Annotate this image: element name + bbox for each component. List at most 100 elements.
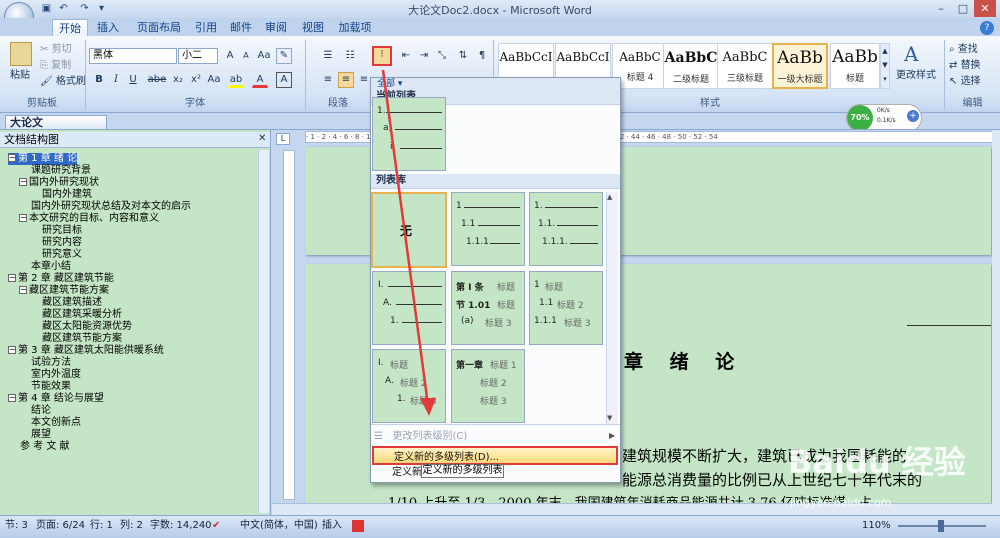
- collapse-toggle-icon[interactable]: −: [8, 154, 16, 162]
- document-map-item[interactable]: 本章小结: [8, 261, 71, 273]
- multilevel-list-button[interactable]: ⁝: [372, 46, 392, 66]
- strikethrough-button[interactable]: abe: [146, 72, 168, 88]
- filter-all[interactable]: 全部 ▾: [371, 78, 620, 90]
- grow-font-button[interactable]: A: [222, 48, 238, 64]
- document-map-item[interactable]: − 第 2 章 藏区建筑节能: [8, 273, 114, 285]
- tab-stop-selector[interactable]: L: [276, 133, 290, 145]
- document-map-item[interactable]: − 第 1 章 绪 论: [8, 153, 78, 165]
- select-button[interactable]: ↖ 选择: [949, 74, 981, 90]
- zoom-slider-thumb[interactable]: [938, 520, 944, 532]
- sort-icon[interactable]: ⇅: [455, 48, 471, 64]
- minimize-button[interactable]: –: [930, 0, 952, 17]
- numbering-icon[interactable]: ☷: [342, 48, 358, 64]
- document-map-item[interactable]: 结论: [8, 405, 51, 417]
- macro-record-icon[interactable]: [352, 520, 364, 532]
- italic-button[interactable]: I: [108, 72, 124, 88]
- paste-button[interactable]: 粘贴: [10, 68, 30, 84]
- increase-indent-icon[interactable]: ⇥: [416, 48, 432, 64]
- document-map-item[interactable]: 藏区建筑描述: [8, 297, 102, 309]
- tab-addins[interactable]: 加载项: [333, 19, 377, 36]
- document-map-item[interactable]: − 第 3 章 藏区建筑太阳能供暖系统: [8, 345, 164, 357]
- document-map-item[interactable]: 室内外温度: [8, 369, 81, 381]
- superscript-button[interactable]: x²: [188, 72, 204, 88]
- vertical-scrollbar[interactable]: [992, 130, 1000, 515]
- scroll-down-icon[interactable]: ▼: [607, 414, 612, 422]
- tab-review[interactable]: 审阅: [259, 19, 293, 36]
- character-border-button[interactable]: A: [276, 72, 292, 88]
- close-pane-icon[interactable]: ✕: [258, 133, 266, 144]
- status-row[interactable]: 行: 1: [90, 519, 113, 533]
- font-color-button[interactable]: A: [252, 72, 268, 88]
- change-case-button[interactable]: Aa: [256, 48, 272, 64]
- font-name-box[interactable]: 黑体: [89, 48, 177, 64]
- shrink-font-button[interactable]: A: [238, 48, 254, 64]
- collapse-toggle-icon[interactable]: −: [8, 274, 16, 282]
- status-insert-mode[interactable]: 插入: [322, 519, 342, 533]
- scroll-up-icon[interactable]: ▲: [607, 193, 612, 201]
- document-map-item[interactable]: 研究内容: [8, 237, 82, 249]
- style-gallery-scroll[interactable]: ▲ ▼ ▾: [880, 43, 890, 89]
- close-button[interactable]: ✕: [974, 0, 996, 17]
- bold-button[interactable]: B: [91, 72, 107, 88]
- document-map-item[interactable]: 节能效果: [8, 381, 71, 393]
- document-map-item[interactable]: 参 考 文 献: [8, 441, 70, 453]
- proofing-icon[interactable]: ✔: [212, 519, 220, 533]
- bullets-icon[interactable]: ☰: [320, 48, 336, 64]
- text-effects-button[interactable]: Aa: [206, 72, 222, 88]
- paste-icon[interactable]: [10, 42, 32, 66]
- list-thumb-numeric[interactable]: [451, 192, 525, 266]
- status-zoom[interactable]: 110%: [862, 519, 891, 533]
- document-map-item[interactable]: − 本文研究的目标、内容和意义: [8, 213, 159, 225]
- style-gallery-item[interactable]: AaBbC 二级标题: [663, 43, 719, 89]
- status-column[interactable]: 列: 2: [120, 519, 143, 533]
- document-tab[interactable]: 大论文Doc2.docx *: [5, 115, 107, 143]
- document-map-item[interactable]: 国内外研究现状总结及对本文的启示: [8, 201, 191, 213]
- status-word-count[interactable]: 字数: 14,240: [150, 519, 212, 533]
- document-map-item[interactable]: 国内外建筑: [8, 189, 92, 201]
- document-map-item[interactable]: 藏区建筑采暖分析: [8, 309, 122, 321]
- tab-references[interactable]: 引用: [189, 19, 223, 36]
- help-icon[interactable]: ?: [980, 21, 994, 35]
- document-map-item[interactable]: 展望: [8, 429, 51, 441]
- change-list-level-item[interactable]: ☰ 更改列表级别(C): [374, 427, 467, 446]
- document-map-item[interactable]: − 藏区建筑节能方案: [8, 285, 109, 297]
- align-left-icon[interactable]: ≡: [320, 72, 336, 88]
- copy-button[interactable]: ⎘ 复制: [40, 58, 71, 74]
- underline-button[interactable]: U: [125, 72, 141, 88]
- collapse-toggle-icon[interactable]: −: [19, 178, 27, 186]
- document-map-item[interactable]: 藏区太阳能资源优势: [8, 321, 132, 333]
- plus-icon[interactable]: +: [907, 110, 919, 122]
- tab-home[interactable]: 开始: [52, 19, 88, 36]
- status-page[interactable]: 页面: 6/24: [36, 519, 85, 533]
- collapse-toggle-icon[interactable]: −: [8, 346, 16, 354]
- tab-view[interactable]: 视图: [296, 19, 330, 36]
- replace-button[interactable]: ⇄ 替换: [949, 58, 981, 74]
- document-map-item[interactable]: 本文创新点: [8, 417, 81, 429]
- highlight-button[interactable]: ab: [228, 72, 244, 88]
- chinese-layout-icon[interactable]: ⤡: [434, 48, 450, 64]
- format-painter-button[interactable]: 🖌 格式刷: [40, 74, 86, 90]
- document-map-item[interactable]: 研究意义: [8, 249, 82, 261]
- align-center-icon[interactable]: ≡: [338, 72, 354, 88]
- phonetic-icon[interactable]: ✎: [276, 48, 292, 64]
- subscript-button[interactable]: x₂: [170, 72, 186, 88]
- document-map-item[interactable]: − 国内外研究现状: [8, 177, 99, 189]
- collapse-toggle-icon[interactable]: −: [19, 286, 27, 294]
- show-marks-icon[interactable]: ¶: [474, 48, 490, 64]
- dropdown-scrollbar[interactable]: [606, 192, 618, 424]
- document-map-item[interactable]: 试验方法: [8, 357, 71, 369]
- style-gallery-item-selected[interactable]: AaBb 一级大标题: [772, 43, 828, 89]
- document-map-item[interactable]: 课题研究背景: [8, 165, 91, 177]
- vertical-ruler[interactable]: [283, 150, 295, 500]
- maximize-button[interactable]: □: [952, 0, 974, 17]
- tab-page-layout[interactable]: 页面布局: [130, 19, 188, 36]
- cut-button[interactable]: ✂ 剪切: [40, 42, 72, 58]
- collapse-toggle-icon[interactable]: −: [8, 394, 16, 402]
- decrease-indent-icon[interactable]: ⇤: [398, 48, 414, 64]
- collapse-toggle-icon[interactable]: −: [19, 214, 27, 222]
- tab-mailings[interactable]: 邮件: [224, 19, 258, 36]
- nav-scrollbar[interactable]: [258, 150, 269, 513]
- font-size-box[interactable]: 小二: [178, 48, 218, 64]
- change-styles-button[interactable]: 更改样式: [896, 68, 936, 84]
- define-new-list-style-item[interactable]: 定义新: [392, 463, 422, 482]
